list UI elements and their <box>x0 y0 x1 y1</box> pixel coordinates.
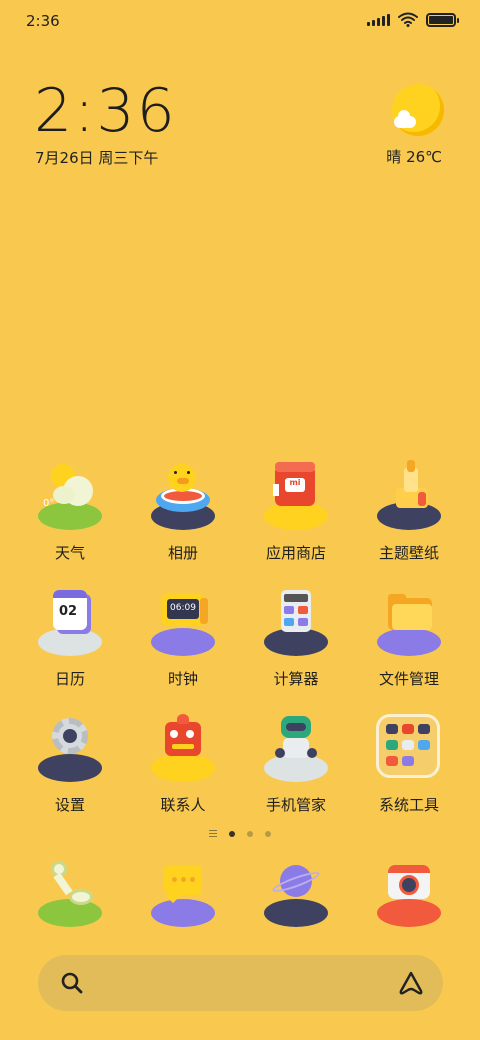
camera-icon <box>374 855 444 933</box>
search-bar[interactable] <box>38 955 443 1011</box>
app-calculator[interactable]: 计算器 <box>240 584 352 694</box>
battery-icon <box>426 12 459 27</box>
page-dot[interactable] <box>229 830 235 837</box>
app-label: 主题壁纸 <box>378 544 439 562</box>
gallery-duck-icon <box>148 458 218 536</box>
status-time: 2:36 <box>26 12 60 30</box>
assistant-icon[interactable] <box>397 969 425 997</box>
app-clock[interactable]: 06:09 时钟 <box>127 584 239 694</box>
app-label: 日历 <box>54 670 85 688</box>
app-label: 相册 <box>167 544 198 562</box>
calculator-icon <box>261 584 331 662</box>
themes-brush-icon <box>374 458 444 536</box>
weather-widget-text[interactable]: 晴 26℃ <box>386 146 442 167</box>
status-icons <box>367 12 459 27</box>
weather-app-icon: 0° <box>35 458 105 536</box>
app-themes[interactable]: 主题壁纸 <box>353 458 465 568</box>
app-system-tools-folder[interactable]: 系统工具 <box>353 710 465 820</box>
app-label: 联系人 <box>160 796 206 814</box>
app-label: 计算器 <box>273 670 319 688</box>
app-label: 时钟 <box>167 670 198 688</box>
app-weather[interactable]: 0° 天气 <box>14 458 126 568</box>
app-drawer-lines-icon[interactable] <box>209 830 217 837</box>
battery-fill <box>429 15 453 24</box>
search-icon[interactable] <box>60 971 84 995</box>
app-contacts[interactable]: 联系人 <box>127 710 239 820</box>
page-indicator[interactable] <box>0 830 480 837</box>
dock-camera[interactable] <box>353 855 465 939</box>
dock-phone[interactable] <box>14 855 126 939</box>
app-label: 文件管理 <box>378 670 439 688</box>
folder-icon <box>374 584 444 662</box>
dock-browser[interactable] <box>240 855 352 939</box>
app-label: 手机管家 <box>265 796 326 814</box>
signal-icon <box>367 13 390 26</box>
clock-widget-time[interactable]: 2:36 <box>34 76 177 146</box>
home-screen: 2:36 2:36 7月26日 周三下午 晴 26℃ 0° 天气 相册 mi 应… <box>0 0 480 1040</box>
app-store-icon: mi <box>261 458 331 536</box>
settings-gear-icon <box>35 710 105 788</box>
app-label: 应用商店 <box>265 544 326 562</box>
app-files[interactable]: 文件管理 <box>353 584 465 694</box>
messages-icon <box>148 855 218 933</box>
wifi-icon <box>398 12 418 27</box>
page-dot[interactable] <box>265 830 271 837</box>
security-robot-icon <box>261 710 331 788</box>
system-tools-folder-icon <box>374 710 444 786</box>
dock-messages[interactable] <box>127 855 239 939</box>
clock-widget-date[interactable]: 7月26日 周三下午 <box>35 147 158 168</box>
phone-icon <box>35 855 105 933</box>
app-store[interactable]: mi 应用商店 <box>240 458 352 568</box>
app-calendar[interactable]: 02 日历 <box>14 584 126 694</box>
page-dot[interactable] <box>247 830 253 837</box>
app-label: 设置 <box>54 796 85 814</box>
clock-app-icon: 06:09 <box>148 584 218 662</box>
app-label: 天气 <box>54 544 85 562</box>
app-gallery[interactable]: 相册 <box>127 458 239 568</box>
cloud-icon <box>392 110 418 128</box>
app-security[interactable]: 手机管家 <box>240 710 352 820</box>
app-settings[interactable]: 设置 <box>14 710 126 820</box>
app-label: 系统工具 <box>378 796 439 814</box>
status-bar: 2:36 <box>0 0 480 40</box>
contacts-robot-icon <box>148 710 218 788</box>
calendar-icon: 02 <box>35 584 105 662</box>
browser-planet-icon <box>261 855 331 933</box>
